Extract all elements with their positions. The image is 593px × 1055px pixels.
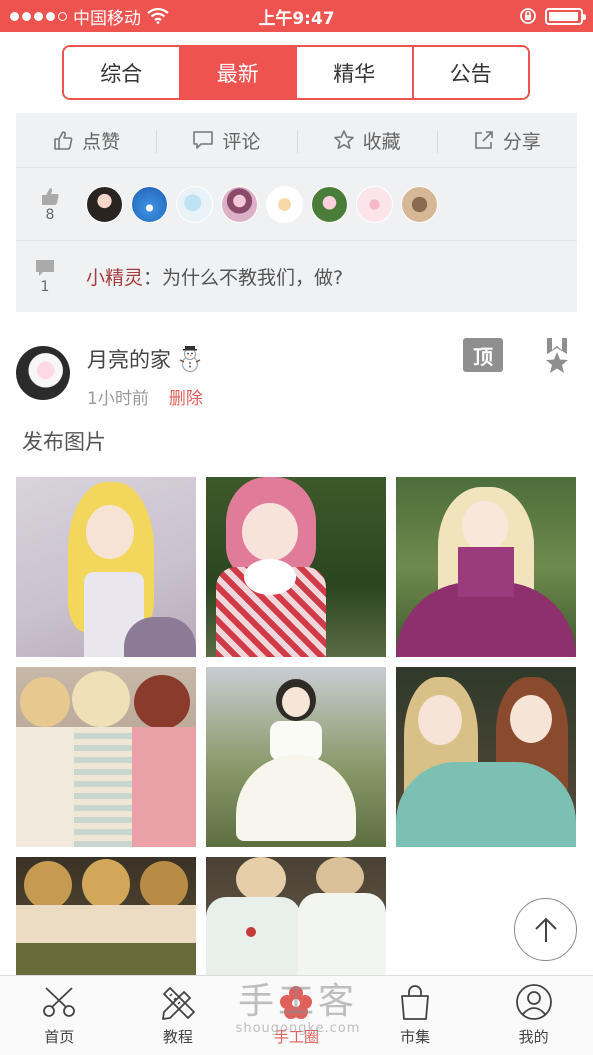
author-name[interactable]: 月亮的家 xyxy=(87,344,171,374)
share-label: 分享 xyxy=(502,130,541,153)
tab-featured[interactable]: 精华 xyxy=(297,47,414,98)
shopping-bag-icon xyxy=(401,985,429,1020)
tab-tutorials[interactable]: 教程 xyxy=(119,976,238,1055)
comment-icon xyxy=(193,131,214,149)
post-image[interactable] xyxy=(16,857,196,977)
thumbs-up-filled-icon xyxy=(42,188,59,205)
battery-icon xyxy=(545,7,586,25)
author-avatar[interactable] xyxy=(16,346,70,400)
medal-icon[interactable] xyxy=(540,336,574,376)
header: 中国移动 上午9:47 综合 最新 精华 公告 xyxy=(0,0,593,113)
comment-count: 1 xyxy=(40,279,50,295)
avatar[interactable] xyxy=(356,185,393,223)
avatar[interactable] xyxy=(86,185,123,223)
tab-market[interactable]: 市集 xyxy=(356,976,475,1055)
scissors-icon xyxy=(43,987,76,1017)
post-actions: 点赞 评论 收藏 分享 xyxy=(16,113,577,168)
post-caption: 发布图片 xyxy=(22,430,106,454)
comment-author-link[interactable]: 小精灵 xyxy=(86,267,143,289)
thumbs-up-icon xyxy=(54,131,73,150)
share-button[interactable]: 分享 xyxy=(436,127,577,154)
tab-market-label: 市集 xyxy=(400,1028,431,1046)
back-to-top-button[interactable] xyxy=(514,898,577,961)
profile-icon xyxy=(515,984,552,1020)
star-icon xyxy=(333,130,354,149)
tab-home[interactable]: 首页 xyxy=(0,976,119,1055)
share-icon xyxy=(475,131,493,149)
post-image[interactable] xyxy=(396,477,576,657)
post-image[interactable] xyxy=(16,667,196,847)
avatar[interactable] xyxy=(176,185,213,223)
previous-post-card: 点赞 评论 收藏 分享 8 1 小精灵：为什么不教我们，做? xyxy=(16,113,577,312)
signal-icon xyxy=(10,11,67,21)
tab-latest[interactable]: 最新 xyxy=(180,47,297,98)
segmented-control: 综合 最新 精华 公告 xyxy=(62,45,530,100)
comment-body: 为什么不教我们，做? xyxy=(162,266,344,289)
comment-row: 1 小精灵：为什么不教我们，做? xyxy=(16,241,577,311)
like-button[interactable]: 点赞 xyxy=(16,127,156,154)
pin-top-button[interactable]: 顶 xyxy=(463,338,503,372)
battery-level xyxy=(549,11,578,21)
tab-craft-circle-label: 手工圈 xyxy=(273,1028,319,1046)
tab-craft-circle[interactable]: 手工圈 xyxy=(237,976,356,1055)
liker-avatars xyxy=(86,185,438,223)
carrier-label: 中国移动 xyxy=(73,8,141,29)
comment-preview[interactable]: 小精灵：为什么不教我们，做? xyxy=(86,263,343,290)
avatar[interactable] xyxy=(311,185,348,223)
comment-label: 评论 xyxy=(222,130,261,153)
pencil-ruler-icon xyxy=(161,987,195,1020)
avatar[interactable] xyxy=(221,185,258,223)
delete-button[interactable]: 删除 xyxy=(169,384,203,409)
tab-tutorials-label: 教程 xyxy=(162,1028,193,1046)
post-image[interactable] xyxy=(206,667,386,847)
tab-home-label: 首页 xyxy=(44,1028,75,1046)
like-label: 点赞 xyxy=(82,130,121,153)
post-image[interactable] xyxy=(16,477,196,657)
post-image[interactable] xyxy=(206,477,386,657)
post-image[interactable] xyxy=(396,667,576,847)
comment-separator: ： xyxy=(143,266,163,289)
avatar[interactable] xyxy=(401,185,438,223)
tab-announcement[interactable]: 公告 xyxy=(413,47,528,98)
flower-icon xyxy=(280,986,313,1019)
tab-profile-label: 我的 xyxy=(518,1028,549,1046)
comment-button[interactable]: 评论 xyxy=(156,127,296,154)
post-time: 1小时前 xyxy=(87,389,149,409)
tab-comprehensive[interactable]: 综合 xyxy=(64,47,181,98)
comment-filled-icon xyxy=(36,260,54,276)
orientation-lock-icon xyxy=(520,8,536,24)
wifi-icon xyxy=(147,8,169,24)
arrow-up-icon xyxy=(534,917,557,942)
like-count: 8 xyxy=(45,207,55,223)
status-bar: 中国移动 上午9:47 xyxy=(0,0,593,32)
tab-profile[interactable]: 我的 xyxy=(474,976,593,1055)
avatar[interactable] xyxy=(266,185,303,223)
avatar[interactable] xyxy=(131,185,168,223)
snowman-emoji-icon xyxy=(179,346,201,373)
post-image[interactable] xyxy=(206,857,386,977)
favorite-label: 收藏 xyxy=(362,130,401,153)
bottom-tab-bar: 首页 教程 手工圈 市集 我的 xyxy=(0,975,593,1055)
favorite-button[interactable]: 收藏 xyxy=(296,127,437,154)
likes-row: 8 xyxy=(16,168,577,241)
